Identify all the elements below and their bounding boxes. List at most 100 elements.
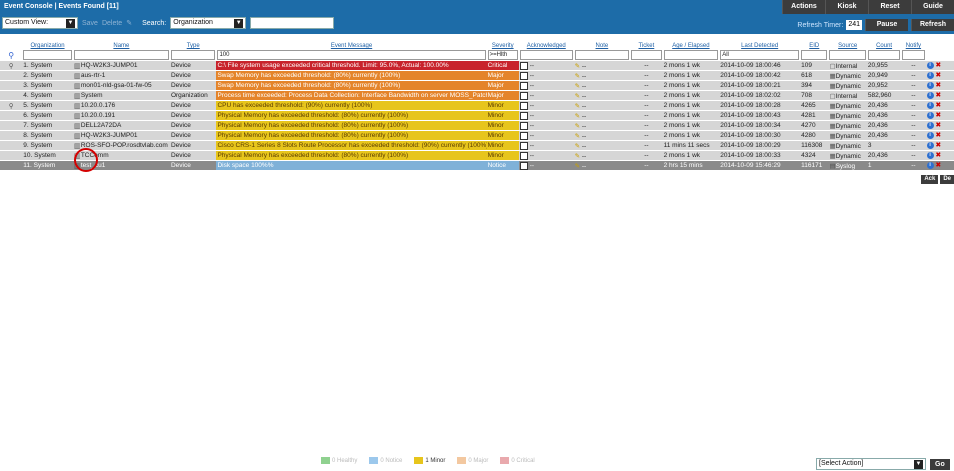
device-name-link[interactable]: DELL2A72DA <box>81 122 121 129</box>
event-message[interactable]: Swap Memory has exceeded threshold: (80%… <box>216 70 487 81</box>
filter-organization[interactable] <box>23 50 72 60</box>
row-select-cell[interactable]: ⚲ <box>0 60 23 71</box>
ack-checkbox[interactable] <box>519 111 528 120</box>
device-name-link[interactable]: HQ-W2K3-JUMP01 <box>81 132 138 139</box>
col-header-name[interactable]: Name <box>73 42 170 50</box>
info-icon[interactable]: i <box>926 121 934 129</box>
filter-severity[interactable]: >=Hlth <box>487 50 518 60</box>
device-name-link[interactable]: 10.20.0.176 <box>81 102 115 109</box>
note-icon[interactable]: ✎ <box>575 163 580 170</box>
info-icon[interactable]: i <box>926 91 934 99</box>
filter-notify[interactable] <box>902 50 925 60</box>
org-link[interactable]: System <box>30 112 52 119</box>
note-icon[interactable]: ✎ <box>575 73 580 80</box>
table-row[interactable]: 7. System ▥DELL2A72DA Device Physical Me… <box>0 120 954 131</box>
custom-view-select[interactable]: Custom View: ▼ <box>2 17 78 29</box>
filter-icon[interactable]: ⚲ <box>0 50 23 61</box>
col-header-count[interactable]: Count <box>867 42 901 50</box>
event-message[interactable]: Physical Memory has exceeded threshold: … <box>216 150 487 161</box>
help-icon[interactable]: ✎ <box>126 19 132 27</box>
ack-checkbox[interactable] <box>519 121 528 130</box>
filter-note[interactable] <box>574 50 630 60</box>
col-header-acknowledged[interactable]: Acknowledged <box>519 42 574 50</box>
note-icon[interactable]: ✎ <box>575 143 580 150</box>
col-header-last-detected[interactable]: Last Detected <box>719 42 800 50</box>
device-name-link[interactable]: System <box>81 92 103 99</box>
table-row[interactable]: 2. System ▥aus-rtr-1 Device Swap Memory … <box>0 70 954 81</box>
col-header-note[interactable]: Note <box>574 42 631 50</box>
ack-checkbox[interactable] <box>519 81 528 90</box>
table-row[interactable]: 4. System ▥System Organization Process t… <box>0 90 954 101</box>
org-link[interactable]: System <box>30 82 52 89</box>
event-message[interactable]: Physical Memory has exceeded threshold: … <box>216 130 487 141</box>
search-input[interactable] <box>250 17 335 29</box>
col-header-age[interactable]: Age / Elapsed <box>663 42 720 50</box>
device-name-link[interactable]: ROS-SFO-POP.rosdtvlab.com <box>81 142 168 149</box>
clear-event-icon[interactable]: ✖ <box>935 102 942 109</box>
org-link[interactable]: System <box>30 132 52 139</box>
clear-event-icon[interactable]: ✖ <box>935 142 942 149</box>
ack-checkbox[interactable] <box>519 71 528 80</box>
pause-button[interactable]: Pause <box>865 19 908 31</box>
event-message[interactable]: C:\ File system usage exceeded critical … <box>216 60 487 71</box>
org-link[interactable]: System <box>30 72 52 79</box>
ack-checkbox[interactable] <box>519 101 528 110</box>
search-scope-select[interactable]: Organization ▼ <box>170 17 247 29</box>
col-header-type[interactable]: Type <box>170 42 217 50</box>
table-row[interactable]: 3. System ▥mon01-nld-gsa-01-fw-05 Device… <box>0 80 954 91</box>
filter-count[interactable] <box>867 50 901 60</box>
filter-eid[interactable] <box>801 50 828 60</box>
table-row[interactable]: 8. System ▥HQ-W2K3-JUMP01 Device Physica… <box>0 130 954 141</box>
event-message[interactable]: Process time exceeded: Process Data Coll… <box>216 90 487 101</box>
reset-button[interactable]: Reset <box>868 0 911 14</box>
event-message[interactable]: Swap Memory has exceeded threshold: (80%… <box>216 80 487 91</box>
device-name-link[interactable]: aus-rtr-1 <box>81 72 106 79</box>
col-header-eid[interactable]: EID <box>800 42 828 50</box>
org-link[interactable]: System <box>34 162 56 169</box>
note-icon[interactable]: ✎ <box>575 113 580 120</box>
filter-message[interactable]: 100 <box>217 50 486 60</box>
note-icon[interactable]: ✎ <box>575 123 580 130</box>
ack-checkbox[interactable] <box>519 151 528 160</box>
table-row[interactable]: 6. System ▥10.20.0.191 Device Physical M… <box>0 110 954 121</box>
event-message[interactable]: Cisco CRS-1 Series 8 Slots Route Process… <box>216 140 487 151</box>
info-icon[interactable]: i <box>926 131 934 139</box>
org-link[interactable]: System <box>30 92 52 99</box>
row-select-cell[interactable]: ⚲ <box>0 100 23 111</box>
event-message[interactable]: CPU has exceeded threshold: (90%) curren… <box>216 100 487 111</box>
row-select-cell[interactable] <box>0 80 23 91</box>
filter-last-detected[interactable]: All <box>720 50 800 60</box>
row-select-cell[interactable] <box>0 70 23 81</box>
zoom-icon[interactable]: ⚲ <box>9 63 14 70</box>
ack-checkbox[interactable] <box>519 161 528 170</box>
clear-event-icon[interactable]: ✖ <box>935 162 942 169</box>
clear-event-icon[interactable]: ✖ <box>935 152 942 159</box>
actions-button[interactable]: Actions <box>782 0 825 14</box>
ack-checkbox[interactable] <box>519 91 528 100</box>
note-icon[interactable]: ✎ <box>575 63 580 70</box>
filter-name[interactable] <box>73 50 169 60</box>
table-row[interactable]: 9. System ▥ROS-SFO-POP.rosdtvlab.com Dev… <box>0 140 954 151</box>
go-button[interactable]: Go <box>930 458 950 470</box>
col-header-source[interactable]: Source <box>828 42 866 50</box>
info-icon[interactable]: i <box>926 111 934 119</box>
refresh-button[interactable]: Refresh <box>911 19 954 31</box>
org-link[interactable]: System <box>30 62 52 69</box>
col-header-event-message[interactable]: Event Message <box>216 42 486 50</box>
table-row[interactable]: ⚲ 5. System ▥10.20.0.176 Device CPU has … <box>0 100 954 111</box>
zoom-icon[interactable]: ⚲ <box>9 103 14 110</box>
note-icon[interactable]: ✎ <box>575 83 580 90</box>
table-row[interactable]: 10. System ▥TCComm Device Physical Memor… <box>0 150 954 161</box>
col-header-organization[interactable]: Organization <box>22 42 73 50</box>
note-icon[interactable]: ✎ <box>575 103 580 110</box>
ack-checkbox[interactable] <box>519 61 528 70</box>
clear-event-icon[interactable]: ✖ <box>935 112 942 119</box>
clear-event-icon[interactable]: ✖ <box>935 92 942 99</box>
event-message[interactable]: Physical Memory has exceeded threshold: … <box>216 110 487 121</box>
row-select-cell[interactable] <box>0 120 23 131</box>
filter-type[interactable] <box>170 50 216 60</box>
col-header-severity[interactable]: Severity <box>487 42 519 50</box>
info-icon[interactable]: i <box>926 81 934 89</box>
row-select-cell[interactable] <box>0 110 23 121</box>
device-name-link[interactable]: mon01-nld-gsa-01-fw-05 <box>81 82 152 89</box>
